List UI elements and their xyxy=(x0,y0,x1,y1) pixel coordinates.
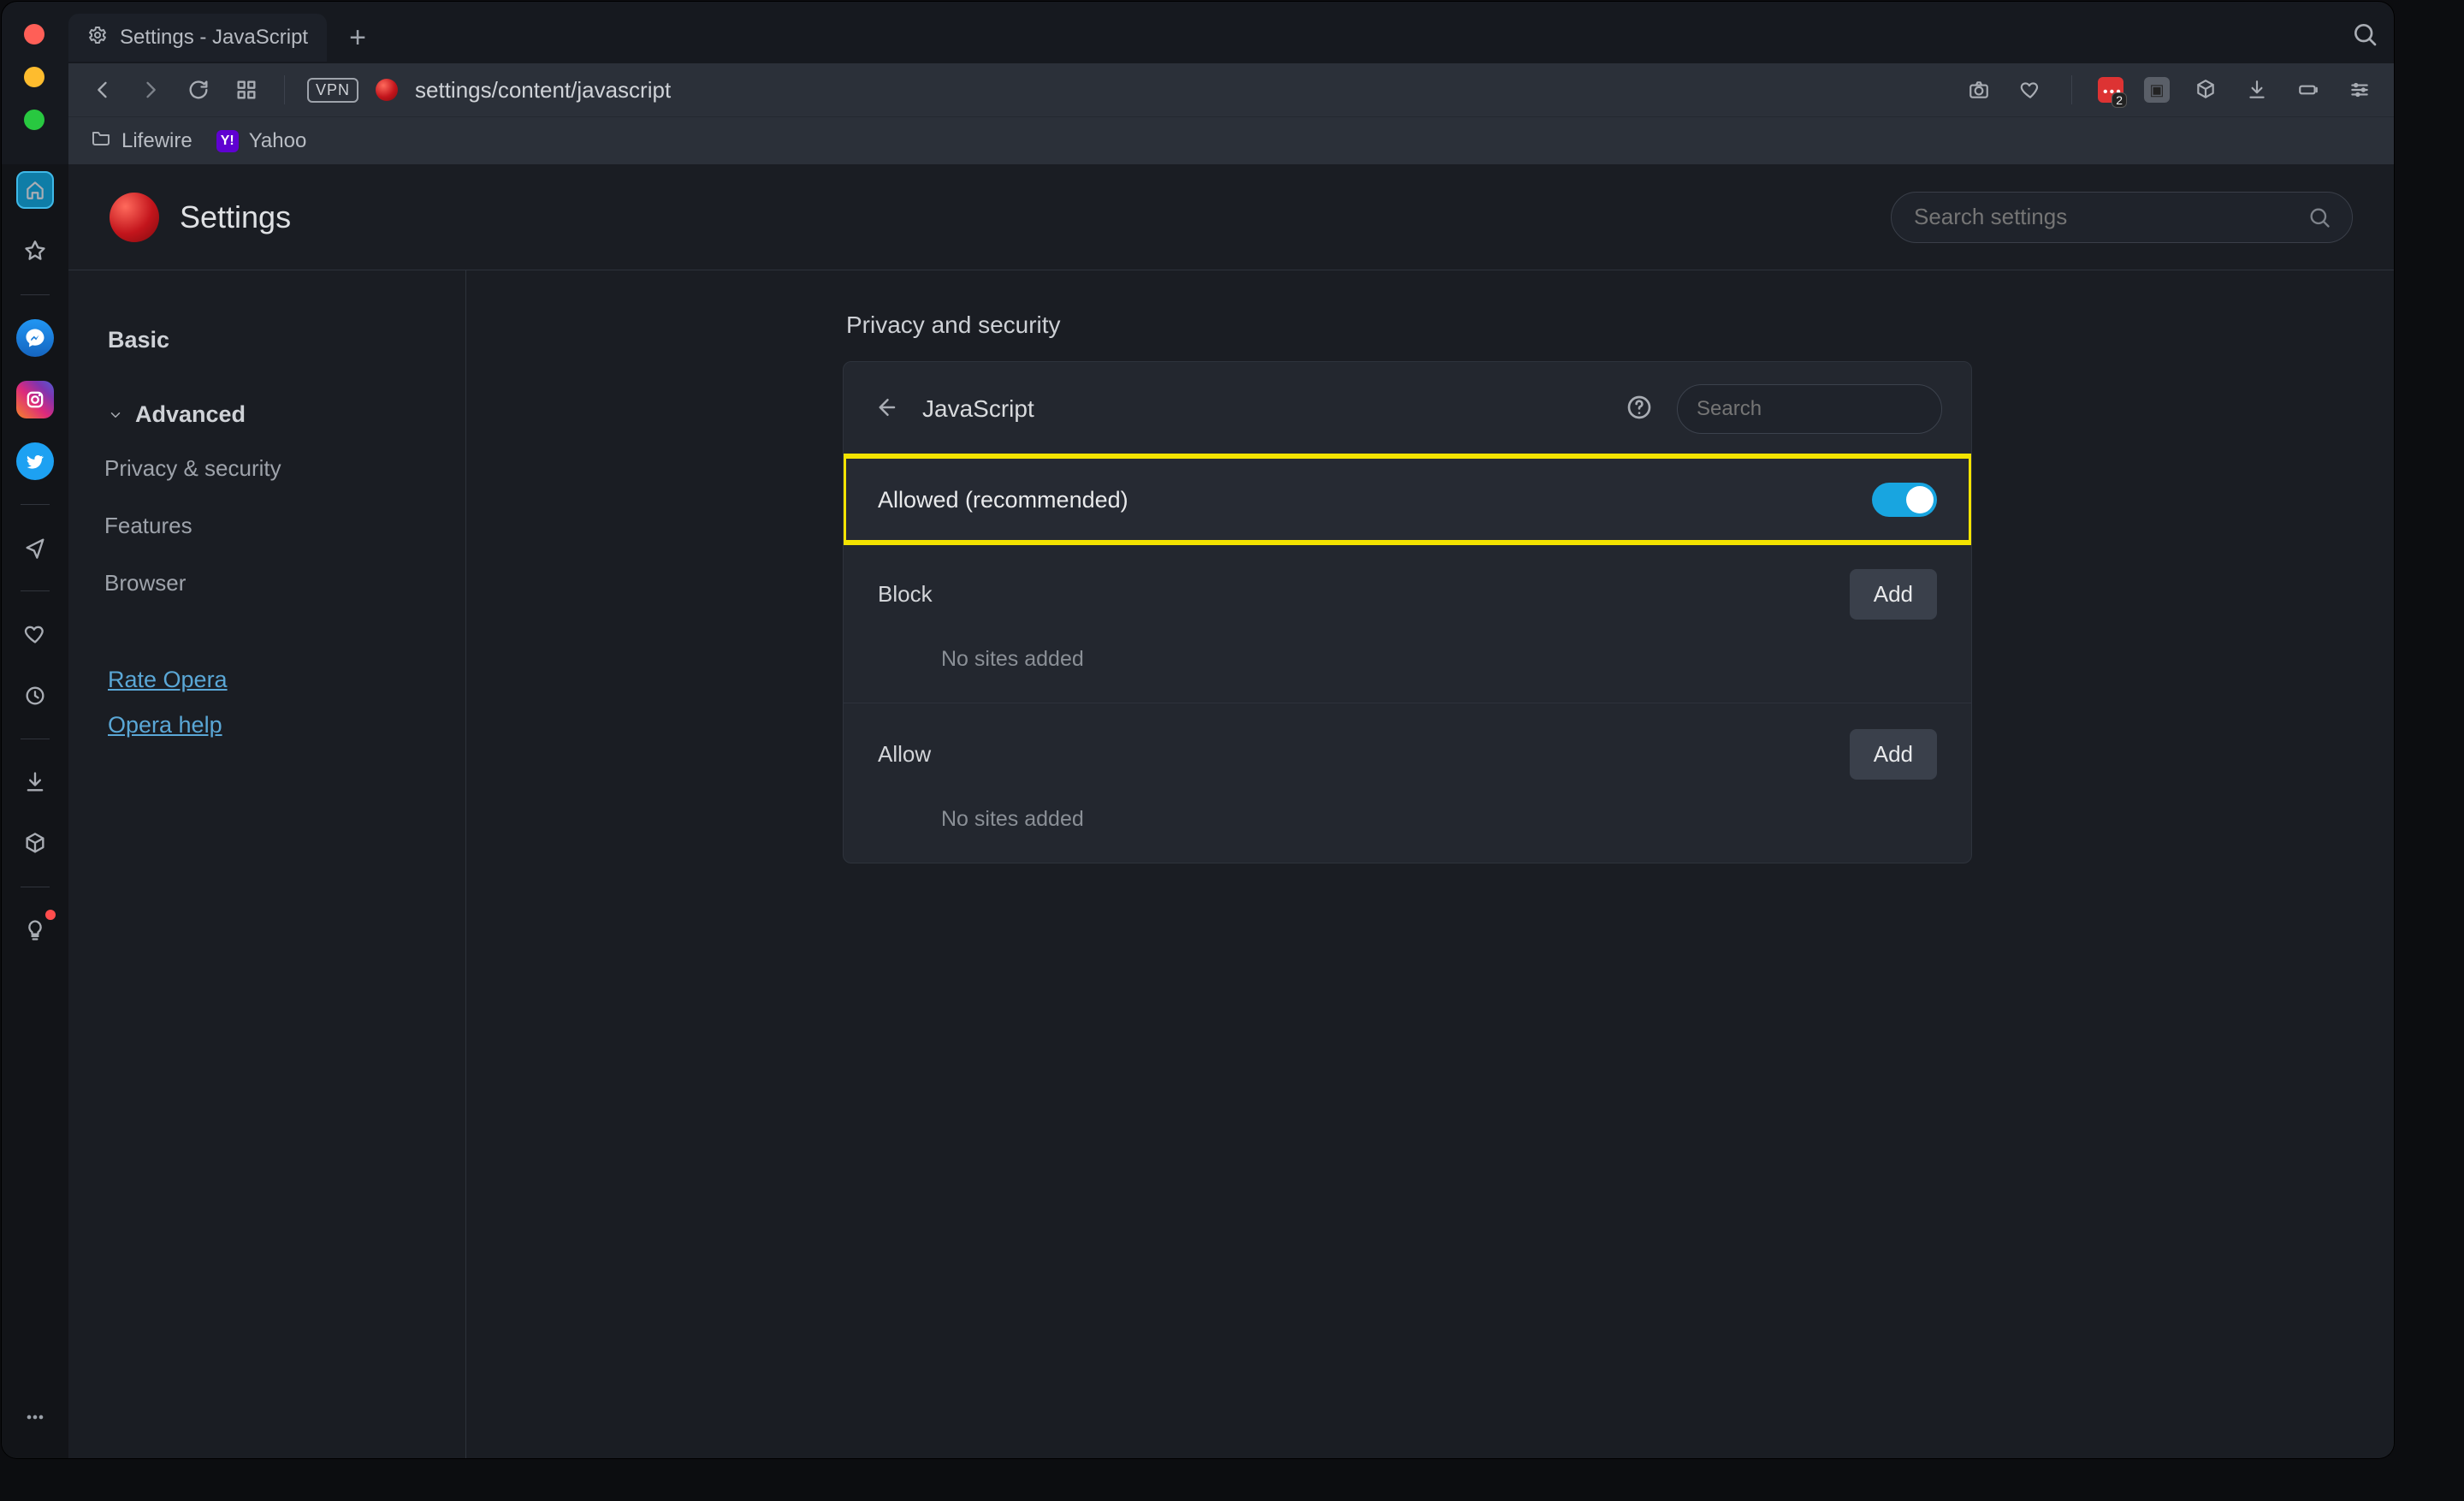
rail-separator xyxy=(21,294,50,295)
extension-lastpass[interactable]: •••2 xyxy=(2098,77,2123,103)
bookmark-folder-lifewire[interactable]: Lifewire xyxy=(91,128,192,154)
toolbar: VPN settings/content/javascript •••2 ▣ xyxy=(68,63,2394,116)
sidebar-section-label: Advanced xyxy=(135,401,246,428)
address-bar-url[interactable]: settings/content/javascript xyxy=(415,77,671,104)
panel-search[interactable] xyxy=(1677,384,1942,434)
allow-section-header: Allow Add xyxy=(844,703,1971,788)
settings-search[interactable] xyxy=(1891,192,2353,243)
sidebar-section-advanced[interactable]: Advanced xyxy=(103,389,431,440)
new-tab-button[interactable]: + xyxy=(349,23,366,52)
app-rail xyxy=(2,164,68,1458)
nav-back-button[interactable] xyxy=(87,74,118,105)
toolbar-separator xyxy=(284,75,285,104)
notification-dot-icon xyxy=(45,910,56,920)
folder-icon xyxy=(91,128,111,154)
help-button[interactable] xyxy=(1626,394,1653,425)
sidebar-item-privacy[interactable]: Privacy & security xyxy=(103,440,431,497)
rail-home-button[interactable] xyxy=(16,171,54,209)
allow-empty-text: No sites added xyxy=(844,788,1971,863)
rail-instagram-button[interactable] xyxy=(16,381,54,418)
opera-icon xyxy=(376,79,398,101)
section-title: Privacy and security xyxy=(846,311,2394,339)
rail-news-button[interactable] xyxy=(16,911,54,949)
settings-main: Privacy and security JavaScript Allowed … xyxy=(466,270,2394,1458)
nav-forward-button[interactable] xyxy=(135,74,166,105)
extension-grey[interactable]: ▣ xyxy=(2144,77,2170,103)
toolbar-right: •••2 ▣ xyxy=(1964,74,2375,105)
vpn-badge[interactable]: VPN xyxy=(307,78,358,103)
heart-button[interactable] xyxy=(2015,74,2046,105)
toggle-knob-icon xyxy=(1906,486,1934,513)
rail-history-button[interactable] xyxy=(16,677,54,715)
browser-window: Settings - JavaScript + VPN settings/con… xyxy=(2,2,2394,1458)
snapshot-button[interactable] xyxy=(1964,74,1994,105)
sidebar-item-features[interactable]: Features xyxy=(103,497,431,555)
block-label: Block xyxy=(878,581,933,608)
battery-button[interactable] xyxy=(2293,74,2324,105)
rail-messenger-button[interactable] xyxy=(16,319,54,357)
rail-twitter-button[interactable] xyxy=(16,442,54,480)
toolbar-separator xyxy=(2071,75,2072,104)
window-controls xyxy=(24,24,44,130)
allow-add-button[interactable]: Add xyxy=(1850,729,1937,780)
chevron-up-icon xyxy=(108,407,123,423)
rail-downloads-button[interactable] xyxy=(16,763,54,801)
nav-reload-button[interactable] xyxy=(183,74,214,105)
rail-separator xyxy=(21,590,50,591)
javascript-panel: JavaScript Allowed (recommended) Block A… xyxy=(843,361,1972,863)
opera-logo-icon xyxy=(110,193,159,242)
extension-badge: 2 xyxy=(2112,92,2127,108)
allow-label: Allow xyxy=(878,741,931,768)
window-minimize-button[interactable] xyxy=(24,67,44,87)
panel-title: JavaScript xyxy=(922,395,1034,423)
panel-back-button[interactable] xyxy=(873,395,898,424)
allowed-toggle[interactable] xyxy=(1872,483,1937,517)
sidebar-link-rate[interactable]: Rate Opera xyxy=(103,646,431,705)
search-icon xyxy=(2307,205,2331,229)
settings-sidebar: Basic Advanced Privacy & security Featur… xyxy=(68,270,466,1458)
tab-settings[interactable]: Settings - JavaScript xyxy=(68,14,327,62)
settings-title: Settings xyxy=(180,199,291,235)
sidebar-item-browser[interactable]: Browser xyxy=(103,555,431,612)
speed-dial-button[interactable] xyxy=(231,74,262,105)
window-maximize-button[interactable] xyxy=(24,110,44,130)
allowed-toggle-row[interactable]: Allowed (recommended) xyxy=(844,456,1971,543)
settings-header: Settings xyxy=(68,164,2394,270)
extensions-cube-button[interactable] xyxy=(2190,74,2221,105)
window-close-button[interactable] xyxy=(24,24,44,44)
rail-more-button[interactable] xyxy=(16,1398,54,1436)
sidebar-section-basic[interactable]: Basic xyxy=(103,315,431,365)
settings-search-input[interactable] xyxy=(1912,203,2294,231)
bookmark-yahoo[interactable]: Y! Yahoo xyxy=(216,129,307,153)
rail-extensions-button[interactable] xyxy=(16,825,54,863)
tab-title: Settings - JavaScript xyxy=(120,26,308,50)
allowed-label: Allowed (recommended) xyxy=(878,487,1128,513)
tab-strip: Settings - JavaScript + xyxy=(68,12,2343,63)
bookmark-label: Yahoo xyxy=(249,129,307,153)
rail-heart-button[interactable] xyxy=(16,615,54,653)
rail-pinboard-button[interactable] xyxy=(16,233,54,270)
block-add-button[interactable]: Add xyxy=(1850,569,1937,620)
block-section-header: Block Add xyxy=(844,543,1971,628)
block-empty-text: No sites added xyxy=(844,628,1971,703)
panel-search-input[interactable] xyxy=(1695,396,1964,422)
gear-icon xyxy=(87,25,108,51)
sidebar-link-help[interactable]: Opera help xyxy=(103,705,431,750)
downloads-button[interactable] xyxy=(2242,74,2272,105)
rail-separator xyxy=(21,504,50,505)
settings-content: Settings Basic Advanced Privacy & securi… xyxy=(68,164,2394,1458)
rail-send-button[interactable] xyxy=(16,529,54,567)
bookmark-label: Lifewire xyxy=(121,129,192,153)
panel-header: JavaScript xyxy=(844,362,1971,456)
tab-search-button[interactable] xyxy=(2351,21,2378,52)
easy-setup-button[interactable] xyxy=(2344,74,2375,105)
yahoo-icon: Y! xyxy=(216,130,239,152)
bookmarks-bar: Lifewire Y! Yahoo xyxy=(68,116,2394,164)
